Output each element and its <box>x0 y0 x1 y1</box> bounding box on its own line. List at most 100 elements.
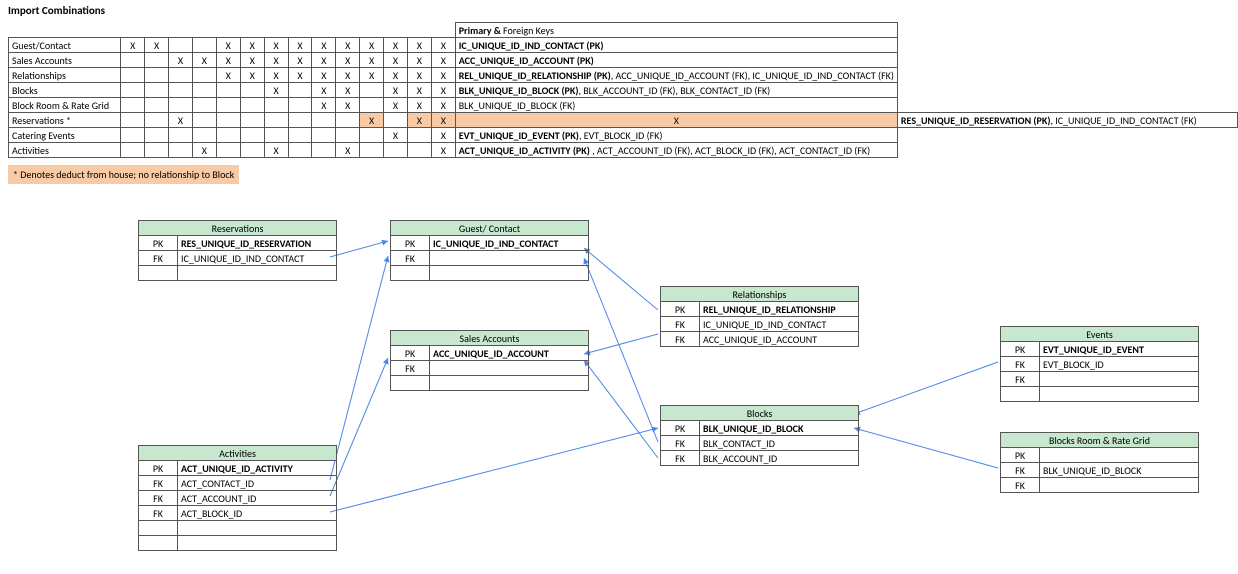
field-name: IC_UNIQUE_ID_IND_CONTACT <box>430 236 589 251</box>
x-cell: X <box>264 68 288 83</box>
x-cell <box>240 113 264 128</box>
x-cell <box>264 98 288 113</box>
x-cell: X <box>431 113 455 128</box>
entity-events: EventsPKEVT_UNIQUE_ID_EVENTFKEVT_BLOCK_I… <box>1000 326 1199 402</box>
x-cell: X <box>312 98 336 113</box>
entity-row: PKEVT_UNIQUE_ID_EVENT <box>1001 342 1199 357</box>
x-cell <box>169 143 193 158</box>
x-cell: X <box>407 38 431 53</box>
entity-row: PKIC_UNIQUE_ID_IND_CONTACT <box>391 236 589 251</box>
key-type <box>139 536 178 551</box>
x-cell <box>288 98 312 113</box>
x-cell <box>384 143 408 158</box>
field-name <box>430 266 589 281</box>
key-type: FK <box>661 436 700 451</box>
combo-row: Guest/ContactXXXXXXXXXXXXIC_UNIQUE_ID_IN… <box>9 38 1238 53</box>
key-type: FK <box>139 251 178 266</box>
entity-row: PKREL_UNIQUE_ID_RELATIONSHIP <box>661 302 859 317</box>
key-type <box>391 266 430 281</box>
combo-row: Reservations *XXXXXRES_UNIQUE_ID_RESERVA… <box>9 113 1238 128</box>
keys-column-header: Primary & Foreign Keys <box>455 23 897 38</box>
keys-cell: ACC_UNIQUE_ID_ACCOUNT (PK) <box>455 53 897 68</box>
x-cell <box>192 83 216 98</box>
key-type <box>139 266 178 281</box>
entity-row: PK <box>1001 448 1199 463</box>
entity-row: PKACC_UNIQUE_ID_ACCOUNT <box>391 346 589 361</box>
row-label: Blocks <box>9 83 121 98</box>
page-title: Import Combinations <box>8 4 105 17</box>
entity-row: FKIC_UNIQUE_ID_IND_CONTACT <box>661 317 859 332</box>
x-cell: X <box>384 98 408 113</box>
entity-row: FK <box>391 361 589 376</box>
field-name: RES_UNIQUE_ID_RESERVATION <box>178 236 337 251</box>
key-type: FK <box>1001 372 1040 387</box>
x-cell <box>264 113 288 128</box>
x-cell <box>121 98 145 113</box>
entity-row <box>391 266 589 281</box>
entity-row: PKBLK_UNIQUE_ID_BLOCK <box>661 421 859 436</box>
entity-row: FK <box>1001 478 1199 493</box>
field-name: BLK_CONTACT_ID <box>700 436 859 451</box>
x-cell <box>192 68 216 83</box>
x-cell <box>312 143 336 158</box>
x-cell <box>264 128 288 143</box>
x-cell <box>240 128 264 143</box>
field-name: REL_UNIQUE_ID_RELATIONSHIP <box>700 302 859 317</box>
field-name: ACT_BLOCK_ID <box>178 506 337 521</box>
x-cell <box>240 143 264 158</box>
x-cell <box>360 128 384 143</box>
row-label: Reservations * <box>9 113 121 128</box>
x-cell <box>121 128 145 143</box>
x-cell: X <box>336 98 360 113</box>
x-cell: X <box>360 68 384 83</box>
combo-row: ActivitiesXXXXACT_UNIQUE_ID_ACTIVITY (PK… <box>9 143 1238 158</box>
x-cell <box>169 128 193 143</box>
x-cell <box>192 38 216 53</box>
key-type: FK <box>661 317 700 332</box>
field-name: ACT_CONTACT_ID <box>178 476 337 491</box>
field-name <box>430 376 589 391</box>
connector <box>330 241 388 257</box>
x-cell <box>145 83 169 98</box>
connector <box>584 248 658 310</box>
x-cell: X <box>384 38 408 53</box>
x-cell: X <box>360 53 384 68</box>
x-cell: X <box>312 53 336 68</box>
combinations-table: Primary & Foreign KeysGuest/ContactXXXXX… <box>8 22 1238 158</box>
x-cell <box>192 98 216 113</box>
x-cell: X <box>455 113 897 128</box>
key-type: FK <box>139 491 178 506</box>
x-cell <box>216 143 240 158</box>
x-cell <box>360 98 384 113</box>
key-type: FK <box>661 451 700 466</box>
x-cell: X <box>312 83 336 98</box>
x-cell <box>169 38 193 53</box>
x-cell <box>312 113 336 128</box>
x-cell <box>240 83 264 98</box>
x-cell: X <box>431 143 455 158</box>
entity-row <box>1001 387 1199 402</box>
x-cell: X <box>336 38 360 53</box>
combo-row: BlocksXXXXXXBLK_UNIQUE_ID_BLOCK (PK), BL… <box>9 83 1238 98</box>
entity-activities: ActivitiesPKACT_UNIQUE_ID_ACTIVITYFKACT_… <box>138 445 337 551</box>
x-cell: X <box>336 143 360 158</box>
x-cell <box>288 113 312 128</box>
entity-row: FKBLK_UNIQUE_ID_BLOCK <box>1001 463 1199 478</box>
x-cell: X <box>240 38 264 53</box>
x-cell <box>145 98 169 113</box>
connector <box>330 358 388 496</box>
x-cell <box>288 83 312 98</box>
key-type: FK <box>661 332 700 347</box>
field-name <box>430 361 589 376</box>
x-cell: X <box>431 68 455 83</box>
keys-cell: BLK_UNIQUE_ID_BLOCK (PK), BLK_ACCOUNT_ID… <box>455 83 897 98</box>
field-name <box>178 266 337 281</box>
entity-row: PKRES_UNIQUE_ID_RESERVATION <box>139 236 337 251</box>
x-cell: X <box>169 113 193 128</box>
field-name <box>178 521 337 536</box>
x-cell: X <box>384 68 408 83</box>
x-cell: X <box>264 53 288 68</box>
connector <box>854 362 998 414</box>
field-name <box>1040 387 1199 402</box>
key-type: PK <box>139 236 178 251</box>
